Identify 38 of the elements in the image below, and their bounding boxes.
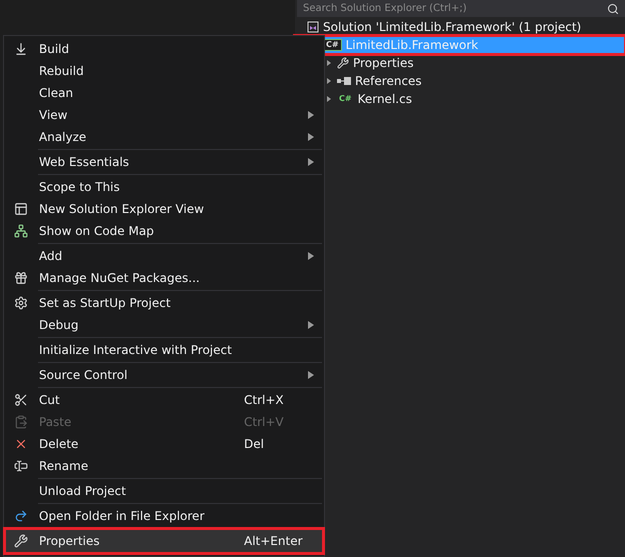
window-list-icon xyxy=(14,202,28,216)
menu-item[interactable]: Cut Ctrl+X xyxy=(6,389,322,411)
curved-arrow-icon xyxy=(14,509,28,523)
collapsed-arrow-icon[interactable] xyxy=(325,95,333,103)
menu-item[interactable]: Unload Project xyxy=(6,480,322,502)
collapsed-arrow-icon[interactable] xyxy=(325,59,333,67)
delete-icon xyxy=(14,437,28,451)
cut-icon xyxy=(14,393,28,407)
collapsed-arrow-icon[interactable] xyxy=(325,77,333,85)
paste-icon xyxy=(14,415,28,429)
solution-icon xyxy=(307,21,319,33)
menu-item[interactable]: Initialize Interactive with Project xyxy=(6,339,322,361)
menu-item[interactable]: Scope to This xyxy=(6,176,322,198)
search-icon[interactable] xyxy=(607,2,619,14)
rename-icon xyxy=(14,459,28,473)
menu-item[interactable]: Rename xyxy=(6,455,322,477)
settings-icon xyxy=(14,296,28,310)
menu-item[interactable]: Open Folder in File Explorer xyxy=(6,505,322,527)
menu-item[interactable]: Add xyxy=(6,245,322,267)
menu-item[interactable]: Delete Del xyxy=(6,433,322,455)
csharp-file-icon: C# xyxy=(337,95,354,103)
menu-item[interactable]: Analyze xyxy=(6,126,322,148)
menu-item[interactable]: Source Control xyxy=(6,364,322,386)
gift-icon xyxy=(14,271,28,285)
references-icon xyxy=(337,77,351,85)
menu-item[interactable]: Set as StartUp Project xyxy=(6,292,322,314)
menu-item[interactable]: New Solution Explorer View xyxy=(6,198,322,220)
hierarchy-icon xyxy=(14,224,28,238)
menu-item[interactable]: Show on Code Map xyxy=(6,220,322,242)
search-field[interactable]: Search Solution Explorer (Ctrl+;) xyxy=(297,0,625,17)
wrench-icon xyxy=(14,534,28,548)
menu-item[interactable]: Properties Alt+Enter xyxy=(6,530,322,552)
wrench-icon xyxy=(337,57,349,69)
menu-item[interactable]: Debug xyxy=(6,314,322,336)
tree-item[interactable]: Solution 'LimitedLib.Framework' (1 project) xyxy=(295,18,625,36)
menu-item[interactable]: Web Essentials xyxy=(6,151,322,173)
tray-arrow-icon xyxy=(14,42,28,56)
menu-item[interactable]: Manage NuGet Packages... xyxy=(6,267,322,289)
